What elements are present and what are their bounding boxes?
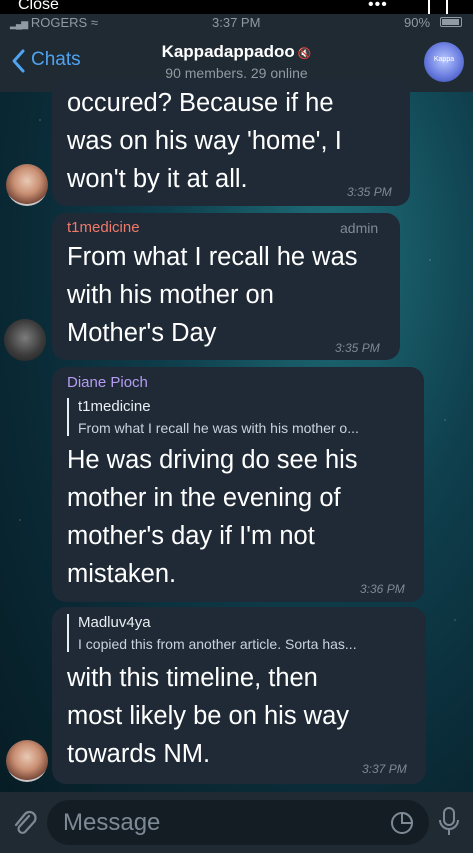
more-options-icon[interactable]: ••• bbox=[368, 0, 388, 14]
avatar[interactable] bbox=[6, 164, 48, 206]
sender-name[interactable]: t1medicine bbox=[67, 219, 140, 236]
message-input[interactable]: Message bbox=[47, 800, 429, 845]
message-time: 3:37 PM bbox=[362, 762, 407, 776]
message-time: 3:36 PM bbox=[360, 582, 405, 596]
muted-icon: 🔇 bbox=[297, 48, 312, 60]
avatar[interactable] bbox=[6, 740, 48, 782]
message-placeholder: Message bbox=[63, 809, 161, 836]
reply-indicator bbox=[67, 398, 69, 436]
reply-name[interactable]: t1medicine bbox=[78, 398, 151, 415]
message-text: with this timeline, then most likely be … bbox=[67, 664, 350, 768]
avatar[interactable] bbox=[4, 319, 46, 361]
message-time: 3:35 PM bbox=[335, 341, 380, 355]
chat-title[interactable]: Kappadappadoo 🔇 bbox=[0, 42, 473, 62]
sender-name[interactable]: Diane Pioch bbox=[67, 374, 148, 391]
admin-badge: admin bbox=[340, 220, 379, 236]
message-text: From what I recall he was with his mothe… bbox=[67, 243, 358, 347]
message-text: occured? Because if he was on his way 'h… bbox=[67, 89, 342, 193]
message-text: He was driving do see his mother in the … bbox=[67, 446, 358, 588]
reply-name[interactable]: Madluv4ya bbox=[78, 614, 151, 631]
top-strip bbox=[0, 0, 473, 14]
close-button[interactable]: Close bbox=[18, 0, 59, 14]
status-time: 3:37 PM bbox=[212, 15, 261, 30]
signal-icon: ▂▄▆ bbox=[10, 19, 28, 29]
attach-icon[interactable] bbox=[10, 808, 38, 838]
reply-indicator bbox=[67, 614, 69, 652]
battery-percent: 90% bbox=[404, 15, 431, 30]
sticker-icon[interactable] bbox=[389, 810, 415, 836]
reply-text[interactable]: From what I recall he was with his mothe… bbox=[78, 420, 359, 436]
message-input-bar: Message bbox=[0, 792, 473, 853]
microphone-icon[interactable] bbox=[437, 806, 461, 838]
group-avatar[interactable]: Kappa bbox=[424, 42, 464, 82]
wifi-icon: ≈ bbox=[90, 15, 98, 30]
carrier-label: ▂▄▆ ROGERS ≈ bbox=[10, 15, 98, 30]
battery-icon bbox=[440, 17, 462, 27]
message-time: 3:35 PM bbox=[347, 185, 392, 199]
reply-text[interactable]: I copied this from another article. Sort… bbox=[78, 636, 357, 652]
status-bar: ▂▄▆ ROGERS ≈ 3:37 PM 90% bbox=[0, 14, 473, 32]
